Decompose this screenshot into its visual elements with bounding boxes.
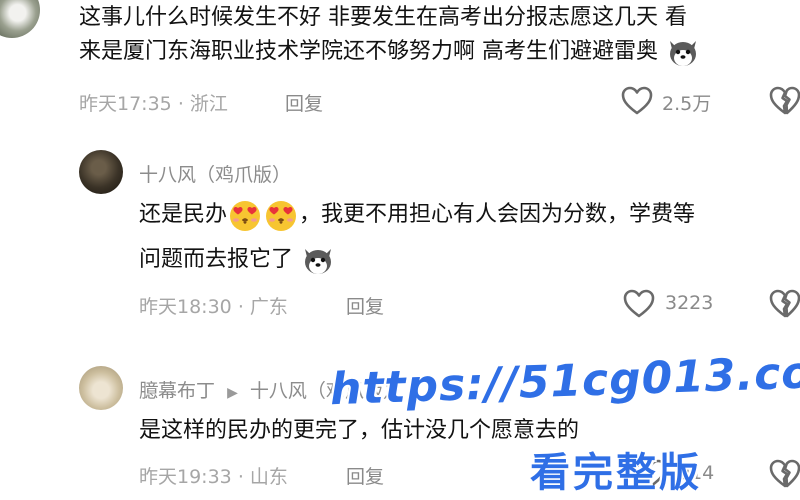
comment-text-line: 来是厦门东海职业技术学院还不够努力啊 高考生们避避雷奥 bbox=[79, 35, 701, 69]
meta-separator: · bbox=[237, 466, 244, 488]
like-heart-icon[interactable] bbox=[622, 288, 656, 320]
meta-separator: · bbox=[177, 93, 184, 115]
heart-eyes-emoji-icon bbox=[230, 201, 261, 231]
meta-separator: · bbox=[237, 296, 244, 318]
comment-location: 广东 bbox=[249, 296, 288, 318]
comment-time: 昨天18:30 bbox=[139, 296, 232, 318]
watermark-subtitle: 看完整版 bbox=[530, 450, 702, 496]
like-count: 2.5万 bbox=[662, 93, 712, 115]
comment-text-segment: 来是厦门东海职业技术学院还不够努力啊 高考生们避避雷奥 bbox=[79, 39, 658, 64]
comment-text-line: 问题而去报它了 bbox=[139, 243, 336, 277]
husky-emoji-icon bbox=[305, 249, 332, 274]
dislike-broken-heart-icon[interactable] bbox=[768, 288, 800, 320]
dislike-broken-heart-icon[interactable] bbox=[768, 85, 800, 117]
reply-button[interactable]: 回复 bbox=[285, 89, 323, 116]
avatar[interactable] bbox=[79, 150, 123, 194]
comment-text-segment: 还是民办 bbox=[139, 202, 228, 227]
avatar[interactable] bbox=[79, 366, 123, 410]
comment-location: 山东 bbox=[249, 466, 288, 488]
avatar[interactable] bbox=[0, 0, 40, 38]
watermark-url: https://51cg013.com bbox=[329, 345, 800, 416]
comment-text-line: 是这样的民办的更完了，估计没几个愿意去的 bbox=[139, 418, 580, 443]
comment-location: 浙江 bbox=[189, 93, 228, 115]
dislike-broken-heart-icon[interactable] bbox=[768, 458, 800, 490]
reply-arrow-icon: ▶ bbox=[227, 385, 238, 401]
husky-emoji-icon bbox=[670, 41, 696, 66]
reply-button[interactable]: 回复 bbox=[346, 462, 384, 489]
comment-text-line: 这事儿什么时候发生不好 非要发生在高考出分报志愿这几天 看 bbox=[79, 5, 687, 30]
reply-button[interactable]: 回复 bbox=[346, 292, 384, 319]
like-count: 3223 bbox=[665, 292, 714, 314]
comment-username[interactable]: 十八风（鸡爪版） bbox=[139, 160, 291, 187]
comment-username[interactable]: 臆幕布丁 bbox=[139, 380, 215, 402]
comment-meta: 昨天19:33 · 山东 bbox=[139, 462, 288, 489]
comment-text-segment: ，我更不用担心有人会因为分数，学费等 bbox=[299, 202, 696, 227]
heart-eyes-emoji-icon bbox=[266, 201, 297, 231]
comment-meta: 昨天18:30 · 广东 bbox=[139, 292, 288, 319]
comment-time: 昨天19:33 bbox=[139, 466, 232, 488]
comment-meta: 昨天17:35 · 浙江 bbox=[79, 89, 228, 116]
comment-time: 昨天17:35 bbox=[79, 93, 172, 115]
comment-text-line: 还是民办 ，我更不用担心有人会因为分数，学费等 bbox=[139, 198, 695, 232]
comment-text-segment: 问题而去报它了 bbox=[139, 247, 294, 272]
like-heart-icon[interactable] bbox=[620, 85, 654, 117]
